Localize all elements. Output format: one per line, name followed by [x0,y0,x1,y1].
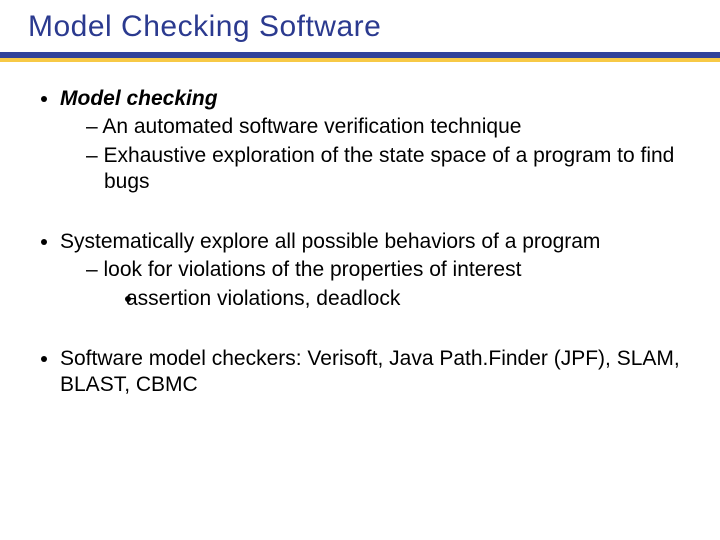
bullet-item: Software model checkers: Verisoft, Java … [60,346,682,399]
sub-item: Exhaustive exploration of the state spac… [86,143,682,196]
title-area: Model Checking Software [0,0,720,52]
sub-list: look for violations of the properties of… [60,257,682,312]
subsub-list: assertion violations, deadlock [104,286,682,312]
bullet-group-3: Software model checkers: Verisoft, Java … [38,346,682,399]
bullet-group-2: Systematically explore all possible beha… [38,229,682,312]
rule-gold [0,58,720,62]
subsub-item: assertion violations, deadlock [144,286,682,312]
slide: Model Checking Software Model checking A… [0,0,720,540]
sub-item-text: look for violations of the properties of… [104,258,522,281]
sub-list: An automated software verification techn… [60,114,682,195]
title-underline [0,52,720,66]
content-area: Model checking An automated software ver… [0,66,720,398]
bullet-item: Systematically explore all possible beha… [60,229,682,312]
sub-item: An automated software verification techn… [86,114,682,140]
bullet-lead: Software model checkers: Verisoft, Java … [60,347,680,396]
bullet-lead: Model checking [60,87,218,110]
bullet-group-1: Model checking An automated software ver… [38,86,682,195]
sub-item: look for violations of the properties of… [86,257,682,312]
bullet-item: Model checking An automated software ver… [60,86,682,195]
bullet-lead: Systematically explore all possible beha… [60,230,600,253]
slide-title: Model Checking Software [28,10,720,52]
